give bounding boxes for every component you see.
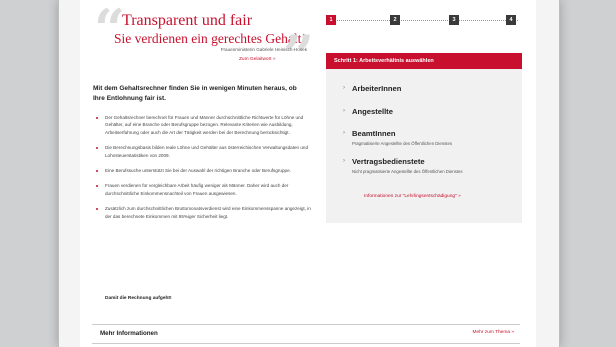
option-label[interactable]: BeamtInnen — [352, 129, 512, 138]
chevron-right-icon: › — [343, 108, 345, 114]
intro-bullet-list: Der Gehaltsrechner berechnet für Frauen … — [93, 114, 311, 228]
option-label[interactable]: Angestellte — [352, 107, 512, 116]
quote-close-icon: ” — [283, 23, 315, 87]
chevron-right-icon: › — [343, 85, 345, 91]
more-info-bar: Mehr Informationen Mehr zum Thema » — [92, 324, 520, 344]
chevron-right-icon: › — [343, 158, 345, 164]
list-item: Eine Berufssuche unterstützt Sie bei der… — [93, 167, 311, 174]
list-item: Die Berechnungsbasis bilden reale Löhne … — [93, 144, 311, 159]
intro-lead: Mit dem Gehaltsrechner finden Sie in wen… — [93, 85, 297, 102]
option-vertragsbedienstete[interactable]: › Vertragsbedienstete Nicht pragmatisier… — [343, 157, 512, 174]
option-label[interactable]: ArbeiterInnen — [352, 84, 512, 93]
intro-conclusion: Damit die Rechnung aufgeht! — [105, 296, 172, 301]
option-label[interactable]: Vertragsbedienstete — [352, 157, 512, 166]
more-info-title: Mehr Informationen — [100, 330, 158, 337]
step-1-marker[interactable]: 1 — [326, 15, 336, 25]
option-arbeiterinnen[interactable]: › ArbeiterInnen — [343, 84, 512, 93]
apprentice-info-link[interactable]: Informationen zur "Lehrlingsentschädigun… — [364, 194, 461, 199]
panel-header: Schritt 1: Arbeitsverhältnis auswählen — [326, 53, 522, 69]
step-4-marker[interactable]: 4 — [506, 15, 516, 25]
step-3-marker[interactable]: 3 — [449, 15, 459, 25]
step-connector — [334, 20, 518, 21]
option-description: Pragmatisierte Angestellte des Öffentlic… — [352, 141, 452, 146]
option-description: Nicht pragmatisierte Angestellte des Öff… — [352, 169, 463, 174]
option-beamtinnen[interactable]: › BeamtInnen Pragmatisierte Angestellte … — [343, 129, 512, 146]
geleitwort-link[interactable]: Zum Gelaitwort » — [239, 57, 276, 62]
step-indicator: 1 2 3 4 — [326, 15, 526, 27]
hero-subtitle: Sie verdienen ein gerechtes Gehalt! — [114, 31, 306, 46]
chevron-right-icon: › — [343, 130, 345, 136]
step-2-marker[interactable]: 2 — [390, 15, 400, 25]
list-item: Frauen verdienen für vergleichbare Arbei… — [93, 182, 311, 197]
list-item: Der Gehaltsrechner berechnet für Frauen … — [93, 114, 311, 136]
option-angestellte[interactable]: › Angestellte — [343, 107, 512, 116]
page-content: “ Transparent und fair Sie verdienen ein… — [80, 0, 536, 347]
quote-attribution: Frauenministerin Gabriele Heinisch-Hosek — [220, 47, 307, 52]
list-item: Zusätzlich zum durchschnittlichen Brutto… — [93, 205, 311, 220]
employment-type-panel: Schritt 1: Arbeitsverhältnis auswählen ›… — [326, 53, 522, 223]
more-topic-link[interactable]: Mehr zum Thema » — [473, 330, 515, 335]
quote-open-icon: “ — [94, 0, 126, 61]
